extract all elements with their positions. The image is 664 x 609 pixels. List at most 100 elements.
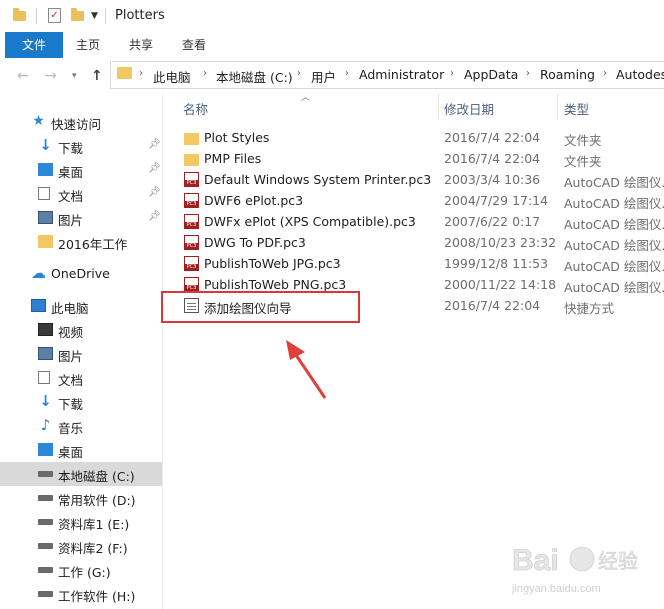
pc3-file-icon xyxy=(184,172,199,187)
nav-pc-downloads[interactable]: ↓ 下载 xyxy=(0,390,162,414)
nav-drive-c[interactable]: 本地磁盘 (C:) xyxy=(0,462,162,486)
file-row[interactable]: DWG To PDF.pc3 2008/10/23 23:32 AutoCAD … xyxy=(166,232,664,253)
breadcrumb-separator: › xyxy=(345,68,349,79)
file-type: AutoCAD 绘图仪... xyxy=(564,217,664,232)
file-name: Default Windows System Printer.pc3 xyxy=(204,172,432,187)
tab-file[interactable]: 文件 xyxy=(5,32,63,58)
baidu-watermark: Bai 经验 jingyan.baidu.com xyxy=(511,544,638,595)
breadcrumb-administrator[interactable]: Administrator xyxy=(359,67,444,82)
separator xyxy=(36,8,37,24)
nav-quick-access[interactable]: ★ 快速访问 xyxy=(0,110,162,134)
nav-videos[interactable]: 视频 xyxy=(0,318,162,342)
tab-view[interactable]: 查看 xyxy=(174,32,214,58)
nav-drive-d[interactable]: 常用软件 (D:) xyxy=(0,486,162,510)
pin-icon[interactable]: 📌︎ xyxy=(148,139,161,150)
file-row[interactable]: DWF6 ePlot.pc3 2004/7/29 17:14 AutoCAD 绘… xyxy=(166,190,664,211)
tab-share[interactable]: 共享 xyxy=(121,32,161,58)
back-arrow-icon[interactable]: ← xyxy=(17,68,29,84)
nav-drive-f[interactable]: 资料库2 (F:) xyxy=(0,534,162,558)
file-name: Plot Styles xyxy=(204,130,270,145)
nav-onedrive[interactable]: ☁ OneDrive xyxy=(0,262,162,286)
folder-icon xyxy=(184,154,199,166)
nav-documents[interactable]: 文档 📌︎ xyxy=(0,182,162,206)
column-divider[interactable] xyxy=(438,94,439,120)
video-icon xyxy=(38,323,53,336)
tab-home[interactable]: 主页 xyxy=(68,32,108,58)
file-row[interactable]: Default Windows System Printer.pc3 2003/… xyxy=(166,169,664,190)
breadcrumb-separator: › xyxy=(450,68,454,79)
file-type: 快捷方式 xyxy=(564,301,615,316)
folder-icon xyxy=(117,67,132,79)
pictures-icon xyxy=(38,211,53,224)
breadcrumb-appdata[interactable]: AppData xyxy=(464,67,518,82)
pc3-file-icon xyxy=(184,193,199,208)
cloud-icon: ☁ xyxy=(31,264,46,282)
pin-icon[interactable]: 📌︎ xyxy=(148,211,161,222)
nav-drive-h[interactable]: 工作软件 (H:) xyxy=(0,582,162,606)
separator xyxy=(105,8,106,24)
nav-downloads[interactable]: ↓ 下载 📌︎ xyxy=(0,134,162,158)
pane-divider[interactable] xyxy=(162,94,163,609)
breadcrumb-users[interactable]: 用户 xyxy=(311,67,336,86)
file-date: 2016/7/4 22:04 xyxy=(444,130,541,145)
nav-pc-pictures[interactable]: 图片 xyxy=(0,342,162,366)
folder-icon xyxy=(184,133,199,145)
pin-icon[interactable]: 📌︎ xyxy=(148,187,161,198)
breadcrumb-local-disk[interactable]: 本地磁盘 (C:) xyxy=(216,67,293,86)
star-icon: ★ xyxy=(32,113,45,129)
column-divider[interactable] xyxy=(557,94,558,120)
column-header-type[interactable]: 类型 xyxy=(564,99,589,118)
window-title: Plotters xyxy=(115,8,165,23)
nav-pictures[interactable]: 图片 📌︎ xyxy=(0,206,162,230)
drive-icon xyxy=(38,591,53,597)
breadcrumb-separator: › xyxy=(203,68,207,79)
column-header-date[interactable]: 修改日期 xyxy=(444,99,494,118)
pc3-file-icon xyxy=(184,214,199,229)
file-date: 2007/6/22 0:17 xyxy=(444,214,541,229)
column-header-name[interactable]: 名称 xyxy=(183,99,208,118)
forward-arrow-icon[interactable]: → xyxy=(45,68,57,84)
nav-drive-g[interactable]: 工作 (G:) xyxy=(0,558,162,582)
nav-2016-work[interactable]: 2016年工作 xyxy=(0,230,162,254)
breadcrumb-separator: › xyxy=(139,68,143,79)
breadcrumb-separator: › xyxy=(603,68,607,79)
nav-music[interactable]: ♪ 音乐 xyxy=(0,414,162,438)
recent-locations-icon[interactable]: ▾ xyxy=(72,71,77,81)
file-name: DWF6 ePlot.pc3 xyxy=(204,193,304,208)
breadcrumb-separator: › xyxy=(526,68,530,79)
folder-icon xyxy=(13,8,26,21)
nav-desktop[interactable]: 桌面 📌︎ xyxy=(0,158,162,182)
new-folder-icon[interactable] xyxy=(71,8,84,21)
breadcrumb-this-pc[interactable]: 此电脑 xyxy=(153,67,191,86)
file-row[interactable]: PublishToWeb JPG.pc3 1999/12/8 11:53 Aut… xyxy=(166,253,664,274)
file-date: 2003/3/4 10:36 xyxy=(444,172,541,187)
file-type: AutoCAD 绘图仪... xyxy=(564,175,664,190)
pictures-icon xyxy=(38,347,53,360)
drive-icon xyxy=(38,471,53,477)
nav-pc-desktop[interactable]: 桌面 xyxy=(0,438,162,462)
up-arrow-icon[interactable]: ↑ xyxy=(91,68,103,84)
watermark-brand-2: 经验 xyxy=(598,549,638,573)
watermark-brand: Bai xyxy=(512,544,559,577)
breadcrumb-autodesk[interactable]: Autodes xyxy=(616,67,664,82)
navigation-pane: ★ 快速访问 ↓ 下载 📌︎ 桌面 📌︎ 文档 📌︎ 图片 📌︎ 2016年工作… xyxy=(0,94,162,609)
file-row[interactable]: DWFx ePlot (XPS Compatible).pc3 2007/6/2… xyxy=(166,211,664,232)
file-row[interactable]: PMP Files 2016/7/4 22:04 文件夹 xyxy=(166,148,664,169)
annotation-arrow-icon xyxy=(286,340,327,399)
file-date: 2004/7/29 17:14 xyxy=(444,193,549,208)
customize-toolbar-icon[interactable]: ▼ xyxy=(91,11,98,21)
nav-pc-documents[interactable]: 文档 xyxy=(0,366,162,390)
pin-icon[interactable]: 📌︎ xyxy=(148,163,161,174)
nav-drive-e[interactable]: 资料库1 (E:) xyxy=(0,510,162,534)
file-date: 2016/7/4 22:04 xyxy=(444,298,541,313)
drive-icon xyxy=(38,519,53,525)
music-note-icon: ♪ xyxy=(40,416,51,434)
properties-icon[interactable]: ✓ xyxy=(48,8,61,23)
file-date: 2008/10/23 23:32 xyxy=(444,235,557,250)
drive-icon xyxy=(38,495,53,501)
file-type: AutoCAD 绘图仪... xyxy=(564,259,664,274)
file-row[interactable]: Plot Styles 2016/7/4 22:04 文件夹 xyxy=(166,127,664,148)
title-bar: ✓ ▼ Plotters xyxy=(0,0,664,32)
breadcrumb-roaming[interactable]: Roaming xyxy=(540,67,595,82)
nav-this-pc[interactable]: 此电脑 xyxy=(0,294,162,318)
